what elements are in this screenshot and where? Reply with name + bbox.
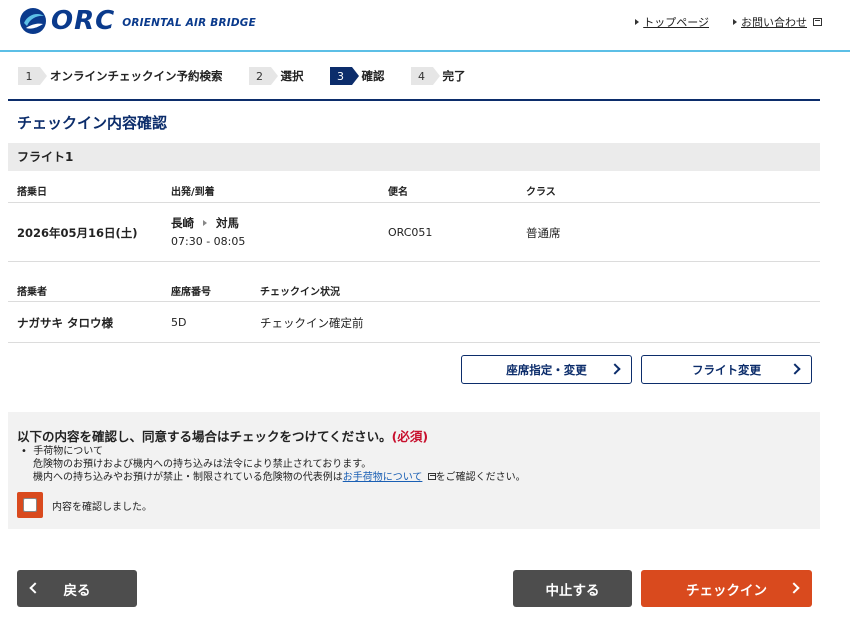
col-header-date: 搭乗日 [17,187,47,198]
steps-divider [8,99,820,101]
step-number: 1 [18,67,47,85]
back-button-label: 戻る [63,582,91,599]
chevron-left-icon [29,582,41,594]
col-header-seat: 座席番号 [171,287,211,298]
brand-name: ORC [51,6,116,36]
flight-time: 07:30 - 08:05 [171,235,246,248]
step-label: 確認 [361,69,385,83]
col-header-class: クラス [526,187,556,198]
seat-change-label: 座席指定・変更 [506,362,587,377]
progress-steps: 1 オンラインチェックイン予約検索 2 選択 3 確認 4 完了 [18,67,492,85]
cancel-button-label: 中止する [545,582,600,599]
col-header-status: チェックイン状況 [260,287,340,298]
triangle-right-icon [733,19,737,25]
step-number: 4 [410,67,440,85]
consent-line-2: 機内への持ち込みやお預けが禁止・制限されている危険物の代表例はお手荷物について … [33,468,526,483]
step-label: 選択 [280,69,304,83]
checkbox-box [23,498,37,512]
top-page-link[interactable]: トップページ [635,14,709,30]
arrival-airport: 対馬 [216,216,239,230]
step-label: オンラインチェックイン予約検索 [50,69,223,83]
divider [8,301,820,302]
flight-heading: フライト1 [8,143,820,171]
consent-checkbox-label[interactable]: 内容を確認しました。 [52,498,152,513]
flight-number: ORC051 [388,226,433,239]
boarding-date: 2026年05月16日(土) [17,226,138,240]
consent-line-2-pre: 機内への持ち込みやお預けが禁止・制限されている危険物の代表例は [33,472,343,483]
triangle-right-icon [635,19,640,25]
consent-panel: 以下の内容を確認し、同意する場合はチェックをつけてください。(必須) • 手荷物… [8,412,820,529]
divider [8,202,820,203]
flight-change-button[interactable]: フライト変更 [641,355,812,384]
col-header-passenger: 搭乗者 [17,287,47,298]
back-button[interactable]: 戻る [17,570,137,607]
contact-link-label: お問い合わせ [741,16,807,29]
passenger-name: ナガサキ タロウ様 [17,316,114,330]
checkin-button-label: チェックイン [686,582,767,599]
header: ORC ORIENTAL AIR BRIDGE トップページ お問い合わせ [0,0,850,52]
step-number: 3 [329,67,359,85]
header-links: トップページ お問い合わせ [635,14,822,30]
seat-number: 5D [171,316,187,329]
chevron-right-icon [789,363,801,375]
consent-checkbox[interactable] [17,492,43,518]
step-label: 完了 [442,69,466,83]
route: 長崎 対馬 [171,215,239,231]
orc-logo[interactable]: ORC ORIENTAL AIR BRIDGE [18,6,256,36]
checkin-button[interactable]: チェックイン [641,570,812,607]
checkin-status: チェックイン確定前 [260,316,364,330]
top-page-link-label: トップページ [643,16,709,29]
seat-class: 普通席 [526,226,561,240]
external-window-icon [427,473,436,480]
step-4: 4 完了 [410,67,466,85]
departure-airport: 長崎 [171,216,194,230]
flight-change-label: フライト変更 [692,362,761,377]
orc-logo-mark-icon [20,8,46,34]
page-title: チェックイン内容確認 [17,114,168,132]
contact-link[interactable]: お問い合わせ [733,14,822,30]
external-window-icon [813,18,822,26]
step-1: 1 オンラインチェックイン予約検索 [18,67,223,85]
col-header-flight-no: 便名 [388,187,408,198]
divider [8,261,820,262]
chevron-right-icon [788,582,800,594]
seat-change-button[interactable]: 座席指定・変更 [461,355,632,384]
chevron-right-icon [609,363,621,375]
arrow-right-icon [203,220,207,226]
bullet-icon: • [21,446,27,457]
brand-subtitle: ORIENTAL AIR BRIDGE [122,16,256,29]
required-mark: (必須) [391,429,429,444]
divider [8,342,820,343]
cancel-button[interactable]: 中止する [513,570,632,607]
step-number: 2 [248,67,278,85]
step-3-current: 3 確認 [329,67,385,85]
col-header-route: 出発/到着 [171,187,215,198]
baggage-info-link[interactable]: お手荷物について [343,472,423,483]
step-2: 2 選択 [248,67,304,85]
consent-line-2-post: をご確認ください。 [435,472,526,483]
